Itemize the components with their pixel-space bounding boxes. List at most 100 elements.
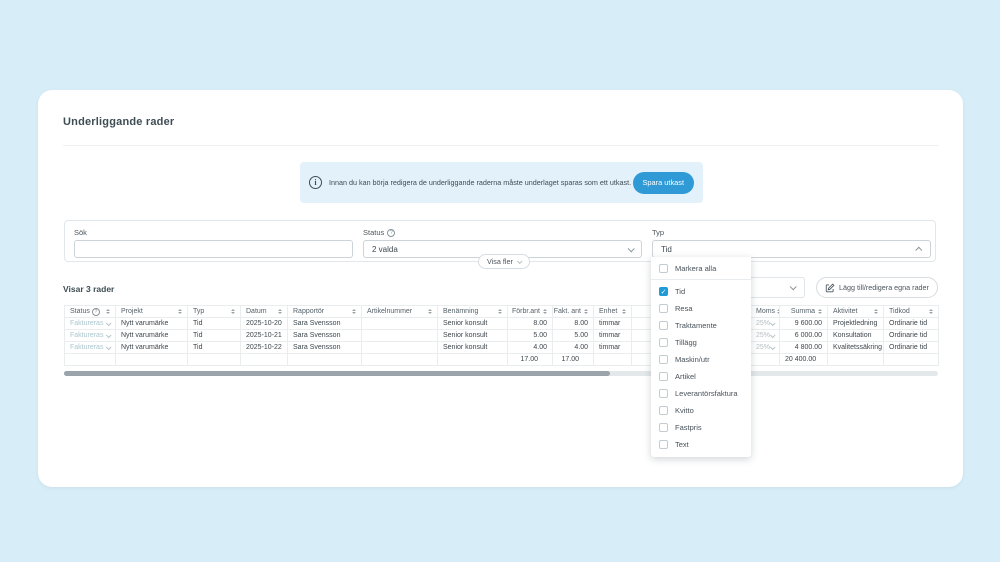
row-moms-value: 25% (756, 344, 770, 351)
column-label: Typ (193, 308, 204, 315)
checkbox-icon[interactable] (659, 338, 668, 347)
table-row: Faktureras Nytt varumärke Tid 2025-10-22… (65, 342, 939, 354)
cell-forbr: 8.00 (508, 318, 553, 330)
chevron-down-icon (790, 283, 797, 290)
type-select[interactable]: Tid (652, 240, 931, 258)
type-option-maskin-utr[interactable]: Maskin/utr (651, 351, 751, 368)
column-header-projekt[interactable]: Projekt (116, 306, 188, 318)
cell-datum: 2025-10-20 (241, 318, 288, 330)
checkbox-icon[interactable] (659, 389, 668, 398)
column-label: Aktivitet (833, 308, 858, 315)
banner-text: Innan du kan börja redigera de underligg… (329, 178, 633, 187)
column-label: Summa (791, 308, 815, 315)
type-option-traktamente[interactable]: Traktamente (651, 317, 751, 334)
chevron-down-icon (106, 344, 112, 350)
cell-aktivitet: Konsultation (828, 330, 884, 342)
cell-rapportor: Sara Svensson (288, 318, 362, 330)
column-header-moms[interactable]: Moms (751, 306, 780, 318)
type-option-artikel[interactable]: Artikel (651, 368, 751, 385)
add-own-rows-button[interactable]: Lägg till/redigera egna rader (816, 277, 938, 298)
chevron-down-icon (106, 320, 112, 326)
checkbox-icon[interactable] (659, 372, 668, 381)
help-icon (387, 229, 395, 237)
show-more-label: Visa fler (487, 257, 513, 266)
type-option-tillagg[interactable]: Tillägg (651, 334, 751, 351)
type-option-fastpris[interactable]: Fastpris (651, 419, 751, 436)
save-draft-button[interactable]: Spara utkast (633, 172, 695, 194)
column-label: Artikelnummer (367, 308, 412, 315)
type-option-label: Fastpris (675, 423, 702, 432)
checkbox-icon[interactable] (659, 304, 668, 313)
cell-rapportor: Sara Svensson (288, 342, 362, 354)
row-moms-select[interactable]: 25% (756, 320, 774, 327)
status-label: Status (363, 228, 395, 237)
row-status-select[interactable]: Faktureras (70, 320, 110, 327)
cell-forbr: 5.00 (508, 330, 553, 342)
column-label: Projekt (121, 308, 143, 315)
type-option-label: Resa (675, 304, 693, 313)
total-forbr: 17.00 (508, 354, 553, 366)
checkbox-icon[interactable] (659, 406, 668, 415)
checkbox-checked-icon[interactable] (659, 287, 668, 296)
row-moms-value: 25% (756, 332, 770, 339)
type-option-leverantorsfaktura[interactable]: Leverantörsfaktura (651, 385, 751, 402)
sort-icon[interactable] (874, 309, 878, 314)
column-header-fakt[interactable]: Fakt. ant (553, 306, 594, 318)
cell-aktivitet: Kvalitetssäkring (828, 342, 884, 354)
show-more-button[interactable]: Visa fler (478, 254, 530, 269)
search-input[interactable] (74, 240, 353, 258)
sort-icon[interactable] (278, 309, 282, 314)
horizontal-scrollbar[interactable] (64, 371, 938, 376)
type-label: Typ (652, 228, 664, 237)
column-header-benamning[interactable]: Benämning (438, 306, 508, 318)
column-header-aktivitet[interactable]: Aktivitet (828, 306, 884, 318)
page-title: Underliggande rader (63, 116, 174, 128)
sort-icon[interactable] (498, 309, 502, 314)
total-fakt: 17.00 (553, 354, 594, 366)
scrollbar-thumb[interactable] (64, 371, 610, 376)
column-header-enhet[interactable]: Enhet (594, 306, 632, 318)
type-option-kvitto[interactable]: Kvitto (651, 402, 751, 419)
row-moms-select[interactable]: 25% (756, 344, 774, 351)
row-moms-select[interactable]: 25% (756, 332, 774, 339)
sort-icon[interactable] (106, 309, 110, 314)
column-header-tidkod[interactable]: Tidkod (884, 306, 939, 318)
column-header-typ[interactable]: Typ (188, 306, 241, 318)
add-own-rows-label: Lägg till/redigera egna rader (839, 283, 929, 292)
type-option-label: Text (675, 440, 689, 449)
sort-icon[interactable] (622, 309, 626, 314)
title-divider (63, 145, 938, 146)
cell-tidkod: Ordinarie tid (884, 342, 939, 354)
chevron-down-icon (106, 332, 112, 338)
checkbox-icon[interactable] (659, 264, 668, 273)
checkbox-icon[interactable] (659, 440, 668, 449)
column-header-datum[interactable]: Datum (241, 306, 288, 318)
sort-icon[interactable] (428, 309, 432, 314)
sort-icon[interactable] (543, 309, 547, 314)
edit-icon (825, 283, 835, 293)
sort-icon[interactable] (352, 309, 356, 314)
sort-icon[interactable] (818, 309, 822, 314)
type-option-select-all[interactable]: Markera alla (651, 257, 751, 280)
type-option-text[interactable]: Text (651, 436, 751, 453)
cell-enhet: timmar (594, 342, 632, 354)
column-header-forbr[interactable]: Förbr.ant (508, 306, 553, 318)
row-status-select[interactable]: Faktureras (70, 344, 110, 351)
sort-icon[interactable] (178, 309, 182, 314)
column-header-status[interactable]: Status (65, 306, 116, 318)
checkbox-icon[interactable] (659, 423, 668, 432)
search-label: Sök (74, 228, 87, 237)
column-label: Benämning (443, 308, 478, 315)
checkbox-icon[interactable] (659, 321, 668, 330)
column-header-artikelnummer[interactable]: Artikelnummer (362, 306, 438, 318)
cell-aktivitet: Projektledning (828, 318, 884, 330)
sort-icon[interactable] (584, 309, 588, 314)
column-header-rapportor[interactable]: Rapportör (288, 306, 362, 318)
row-status-select[interactable]: Faktureras (70, 332, 110, 339)
column-header-summa[interactable]: Summa (780, 306, 828, 318)
type-option-tid[interactable]: Tid (651, 283, 751, 300)
sort-icon[interactable] (929, 309, 933, 314)
type-option-resa[interactable]: Resa (651, 300, 751, 317)
sort-icon[interactable] (231, 309, 235, 314)
checkbox-icon[interactable] (659, 355, 668, 364)
